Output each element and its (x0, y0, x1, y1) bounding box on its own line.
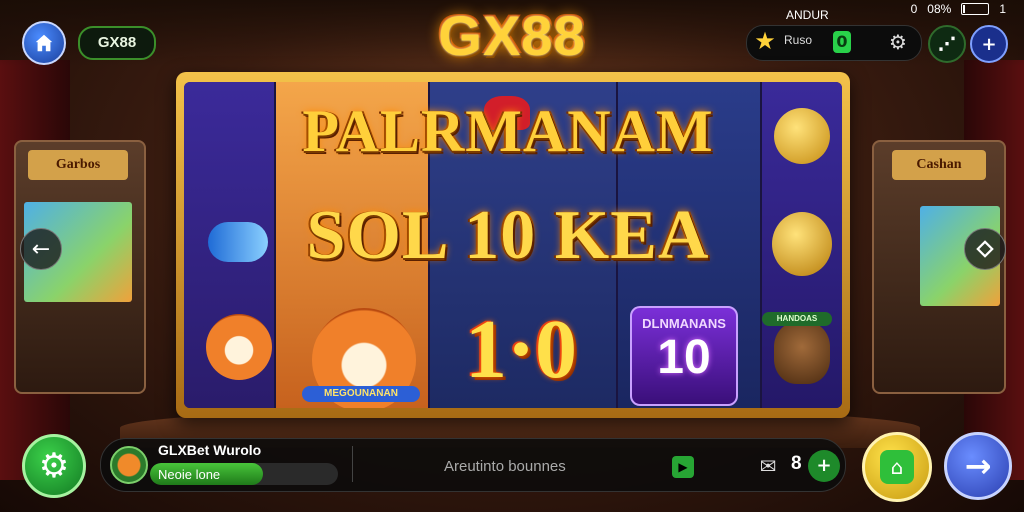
plus-icon: + (981, 33, 997, 55)
fox-banner: MEGOUNANAN (302, 386, 420, 402)
purple-badge-title: DLNMANANS (642, 316, 726, 331)
prev-arrow-button[interactable]: ← (20, 228, 62, 270)
play-icon[interactable]: ▶ (672, 456, 694, 478)
battery-fill (963, 5, 966, 13)
star-icon: ★ (754, 27, 776, 55)
add-count-button[interactable]: + (808, 450, 840, 482)
big-number: 1·0 (464, 303, 577, 396)
player-name: GLXBet Wurolo (158, 442, 262, 458)
arrow-left-icon: ← (31, 236, 51, 262)
bonus-text[interactable]: Areutinto bounnes (444, 458, 566, 475)
home-button[interactable] (22, 21, 66, 65)
coin-label: Ruso (784, 33, 813, 47)
carrier-label: ANDUR (786, 8, 829, 22)
arcade-title-right: Cashan (892, 150, 986, 180)
battery-percent: 08% (927, 2, 952, 16)
notification-count: 8 (791, 453, 802, 474)
add-button[interactable]: + (970, 25, 1008, 63)
divider (352, 446, 353, 482)
avatar[interactable] (110, 446, 148, 484)
bird-banner: HANDOAS (762, 312, 832, 326)
slot-headline-line1: PALRMANAM (302, 98, 714, 164)
settings-button[interactable]: ⚙ (22, 434, 86, 498)
slot-headline-line2: SOL 10 KEA (306, 197, 710, 274)
fox-symbol-small (206, 314, 272, 380)
arrow-right-icon: → (964, 447, 992, 485)
purple-badge-number: 10 (657, 331, 711, 384)
shop-button[interactable]: ⌂ (862, 432, 932, 502)
status-right: 1 (999, 2, 1006, 16)
status-bar: 0 08% 1 (911, 0, 1006, 18)
home-icon (35, 34, 53, 52)
brand-pill[interactable]: GX88 (78, 26, 156, 60)
xp-text: Neoie lone (158, 467, 221, 482)
bird-symbol (774, 322, 830, 384)
purple-badge: DLNMANANS 10 (630, 306, 738, 406)
share-button[interactable]: ⋰ (928, 25, 966, 63)
battery-icon (961, 3, 990, 15)
next-arrow-button[interactable] (964, 228, 1006, 270)
arcade-title-left: Garbos (28, 150, 128, 180)
shop-icon: ⌂ (880, 450, 914, 484)
status-left: 0 (910, 2, 918, 16)
next-button[interactable]: → (944, 432, 1012, 500)
diamond-icon (976, 240, 994, 258)
gear-icon: ⚙ (38, 446, 70, 486)
share-icon: ⋰ (938, 33, 956, 55)
game-logo: GX88 (438, 4, 586, 67)
gear-icon[interactable]: ⚙ (886, 30, 910, 54)
chat-icon[interactable]: ✉ (754, 454, 782, 480)
chip-value: 0 (833, 31, 851, 53)
